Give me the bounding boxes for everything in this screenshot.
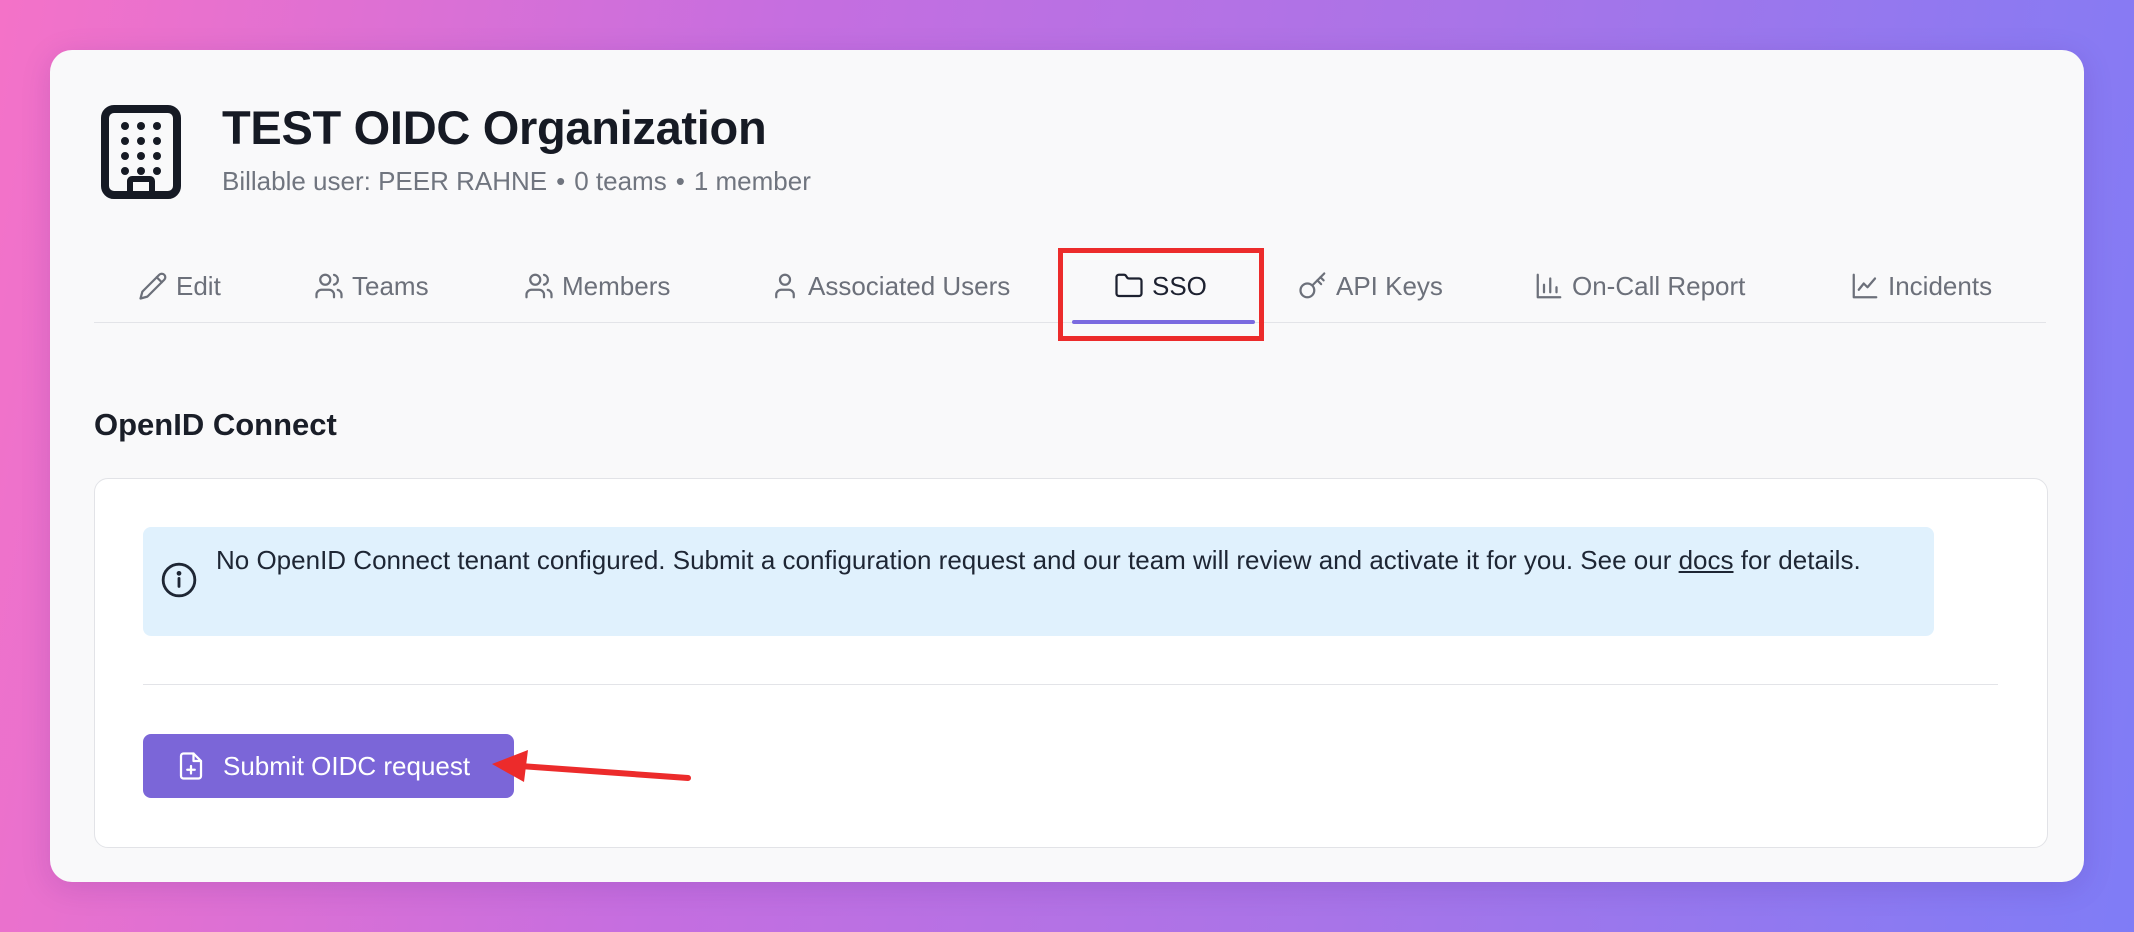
tab-label: API Keys: [1336, 270, 1443, 301]
line-chart-icon: [1852, 273, 1878, 299]
alert-text-after: for details.: [1733, 545, 1861, 575]
tab-api-keys[interactable]: API Keys: [1298, 250, 1443, 322]
file-plus-icon: [179, 752, 203, 780]
info-alert: No OpenID Connect tenant configured. Sub…: [143, 527, 1934, 636]
members-count: 1 member: [693, 166, 811, 196]
tab-label: Associated Users: [808, 270, 1011, 301]
users-icon: [315, 273, 343, 299]
alert-text-before: No OpenID Connect tenant configured. Sub…: [216, 545, 1679, 575]
section-title: OpenID Connect: [94, 407, 337, 442]
tab-teams[interactable]: Teams: [314, 250, 429, 322]
annotation-highlight-box: [1058, 248, 1264, 341]
info-icon: [161, 562, 197, 598]
tab-on-call-report[interactable]: On-Call Report: [1534, 250, 1745, 322]
teams-count: 0 teams: [574, 166, 667, 196]
bar-chart-icon: [1536, 273, 1562, 299]
separator-dot: •: [675, 166, 685, 196]
tab-incidents[interactable]: Incidents: [1850, 250, 1992, 322]
key-icon: [1299, 272, 1326, 299]
tab-edit[interactable]: Edit: [138, 250, 221, 322]
tab-members[interactable]: Members: [524, 250, 670, 322]
separator-dot: •: [556, 166, 566, 196]
users-icon: [525, 273, 553, 299]
annotation-arrow: [492, 750, 691, 782]
tab-label: On-Call Report: [1572, 270, 1746, 301]
tab-label: Edit: [176, 270, 221, 301]
submit-button-label: Submit OIDC request: [223, 750, 471, 781]
building-icon: [101, 105, 181, 199]
submit-oidc-request-button[interactable]: Submit OIDC request: [143, 734, 514, 798]
tab-label: Members: [562, 270, 671, 301]
billable-user: Billable user: PEER RAHNE: [222, 166, 548, 196]
tab-label: Teams: [352, 270, 429, 301]
alert-message: No OpenID Connect tenant configured. Sub…: [216, 541, 1916, 580]
organization-title: TEST OIDC Organization: [222, 101, 767, 154]
tab-associated-users[interactable]: Associated Users: [770, 250, 1010, 322]
user-icon: [775, 273, 795, 299]
pencil-icon: [139, 272, 167, 300]
tab-label: Incidents: [1888, 270, 1993, 301]
docs-link[interactable]: docs: [1679, 545, 1734, 575]
divider: [143, 684, 1998, 685]
organization-subtitle: Billable user: PEER RAHNE • 0 teams • 1 memb…: [222, 166, 811, 197]
